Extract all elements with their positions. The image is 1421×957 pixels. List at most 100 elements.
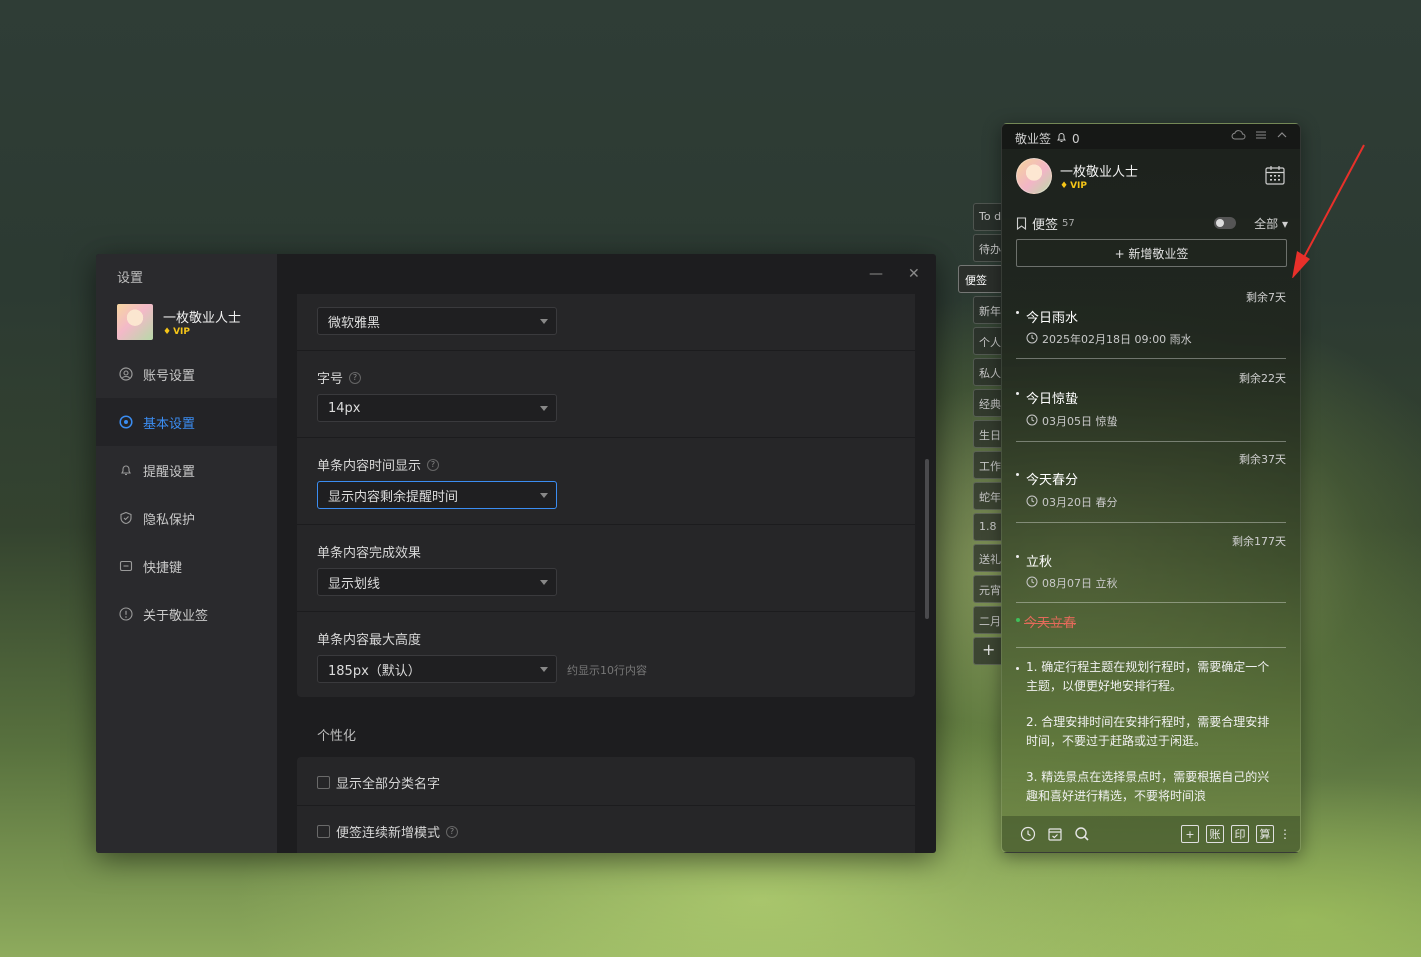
print-button[interactable]: 印	[1231, 825, 1249, 843]
time-display-select[interactable]: 显示内容剩余提醒时间	[317, 481, 557, 509]
menu-item-about[interactable]: 关于敬业签	[96, 590, 277, 638]
avatar[interactable]	[117, 304, 153, 340]
minimize-button[interactable]: —	[869, 266, 883, 282]
divider	[297, 524, 915, 525]
tab-todo[interactable]: To d	[973, 203, 1001, 231]
menu-item-account[interactable]: 账号设置	[96, 350, 277, 398]
tab-daiban[interactable]: 待办	[973, 234, 1001, 262]
personalize-title: 个性化	[317, 729, 357, 744]
max-height-hint: 约显示10行内容	[567, 664, 647, 677]
menu-icon[interactable]	[1255, 129, 1267, 144]
settings-menu: 账号设置 基本设置 提醒设置 隐私保护 快捷键 关于敬业签	[96, 350, 277, 638]
keyboard-icon	[119, 559, 133, 573]
bullet	[1016, 667, 1019, 670]
menu-item-privacy[interactable]: 隐私保护	[96, 494, 277, 542]
max-height-select[interactable]: 185px（默认）	[317, 655, 557, 683]
tab-shengri[interactable]: 生日	[973, 420, 1001, 448]
notes-titlebar: 敬业签 0	[1002, 124, 1300, 149]
scope-dropdown[interactable]: 全部 ▾	[1254, 215, 1288, 232]
note-title: 今天立春	[1024, 616, 1077, 631]
divider	[1016, 358, 1286, 359]
complete-effect-select[interactable]: 显示划线	[317, 568, 557, 596]
view-toggle[interactable]	[1214, 217, 1236, 229]
collapse-icon[interactable]	[1276, 129, 1288, 144]
info-icon	[119, 607, 133, 621]
note-time: 08月07日 立秋	[1042, 577, 1118, 590]
continuous-add-option[interactable]: 便签连续新增模式 ?	[317, 822, 459, 841]
bullet	[1016, 473, 1019, 476]
scrollbar[interactable]	[925, 459, 929, 619]
remaining-days: 剩余7天	[1246, 291, 1286, 304]
note-body: 1. 确定行程主题在规划行程时，需要确定一个主题，以便更好地安排行程。 2. 合…	[1026, 660, 1270, 803]
menu-item-basic[interactable]: 基本设置	[96, 398, 277, 446]
tab-1-8[interactable]: 1.8	[973, 513, 1001, 541]
time-display-label: 单条内容时间显示	[317, 459, 422, 474]
checkbox[interactable]	[317, 825, 330, 838]
menu-item-shortcut[interactable]: 快捷键	[96, 542, 277, 590]
tab-shenian[interactable]: 蛇年	[973, 482, 1001, 510]
notes-filter-bar: 便签 57 全部 ▾	[1016, 214, 1288, 233]
calculate-button[interactable]: 算	[1256, 825, 1274, 843]
tab-xinnian[interactable]: 新年	[973, 296, 1001, 324]
avatar[interactable]	[1016, 158, 1052, 194]
user-icon	[119, 367, 133, 381]
divider	[1016, 441, 1286, 442]
bullet	[1016, 555, 1019, 558]
notes-profile[interactable]: 一枚敬业人士 ♦ VIP	[1016, 158, 1138, 194]
divider	[297, 437, 915, 438]
settings-window: 设置 一枚敬业人士 ♦ VIP 账号设置 基本设置 提醒设置 隐私保护 快捷键 …	[96, 254, 936, 853]
bullet	[1016, 392, 1019, 395]
notify-count: 0	[1072, 131, 1080, 146]
note-time: 03月20日 春分	[1042, 496, 1118, 509]
bell-icon[interactable]	[1056, 131, 1067, 146]
clock-icon	[1026, 332, 1038, 347]
help-icon[interactable]: ?	[349, 371, 362, 384]
settings-title: 设置	[117, 271, 144, 286]
diamond-icon: ♦	[1060, 181, 1069, 191]
calendar-icon[interactable]	[1264, 164, 1286, 186]
tab-eryue[interactable]: 二月	[973, 606, 1001, 634]
checklist-icon[interactable]	[1046, 825, 1064, 843]
show-all-category-option[interactable]: 显示全部分类名字	[317, 773, 440, 792]
font-size-label: 字号	[317, 372, 344, 387]
chevron-down-icon	[540, 493, 548, 498]
account-button[interactable]: 账	[1206, 825, 1224, 843]
cloud-sync-icon[interactable]	[1231, 129, 1246, 144]
more-icon[interactable]: ⋮	[1276, 825, 1294, 843]
help-icon[interactable]: ?	[446, 825, 459, 838]
settings-content: 微软雅黑 字号? 14px 单条内容时间显示? 显示内容剩余提醒时间 单条内容完…	[297, 294, 915, 853]
close-button[interactable]: ✕	[908, 266, 920, 282]
remaining-days: 剩余22天	[1239, 372, 1286, 385]
tab-geren[interactable]: 个人	[973, 327, 1001, 355]
user-name: 一枚敬业人士	[163, 311, 242, 326]
chevron-down-icon	[540, 580, 548, 585]
divider	[1016, 522, 1286, 523]
help-icon[interactable]: ?	[427, 458, 440, 471]
tab-jingdian[interactable]: 经典	[973, 389, 1001, 417]
search-icon[interactable]	[1073, 825, 1091, 843]
done-indicator	[1016, 618, 1020, 622]
clock-icon	[1026, 576, 1038, 591]
menu-item-reminder[interactable]: 提醒设置	[96, 446, 277, 494]
tab-siren[interactable]: 私人	[973, 358, 1001, 386]
diamond-icon: ♦	[163, 327, 172, 337]
add-icon[interactable]: +	[1181, 825, 1199, 843]
font-family-select[interactable]: 微软雅黑	[317, 307, 557, 335]
chevron-down-icon	[540, 406, 548, 411]
tab-songli[interactable]: 送礼	[973, 544, 1001, 572]
settings-profile[interactable]: 一枚敬业人士 ♦ VIP	[117, 304, 241, 340]
vip-badge: ♦ VIP	[1060, 181, 1087, 191]
tab-bianqian[interactable]: 便签	[958, 265, 1001, 293]
checkbox[interactable]	[317, 776, 330, 789]
add-tab-button[interactable]: +	[973, 637, 1001, 665]
divider	[297, 350, 915, 351]
clock-icon	[1026, 414, 1038, 429]
gear-icon	[119, 415, 133, 429]
tab-yuanxiao[interactable]: 元宵	[973, 575, 1001, 603]
font-size-select[interactable]: 14px	[317, 394, 557, 422]
tab-gongzuo[interactable]: 工作	[973, 451, 1001, 479]
add-note-button[interactable]: + 新增敬业签	[1016, 239, 1287, 267]
note-title: 今日雨水	[1026, 311, 1079, 326]
clock-icon[interactable]	[1019, 825, 1037, 843]
notes-panel: 敬业签 0 一枚敬业人士 ♦ VIP 便签 57 全部 ▾ + 新增敬业签 剩余7…	[1001, 123, 1301, 853]
